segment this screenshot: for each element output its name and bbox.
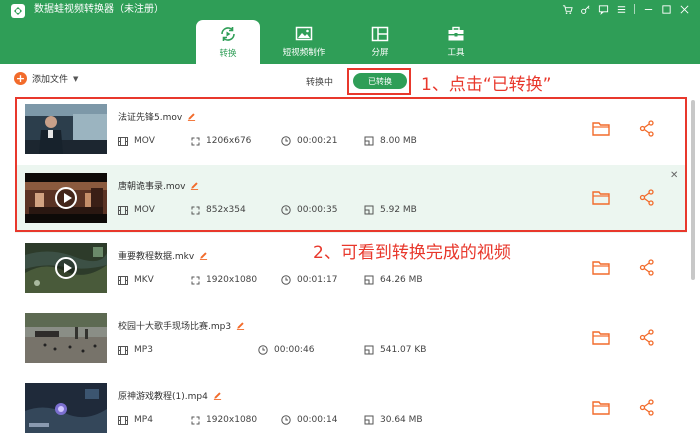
maximize-icon[interactable] (658, 1, 674, 17)
play-icon[interactable] (55, 257, 77, 279)
tab-split-screen-label: 分屏 (371, 48, 389, 58)
annotation-step2: 2、可看到转换完成的视频 (313, 243, 511, 263)
file-resolution: 1920x1080 (191, 415, 257, 425)
clock-icon (281, 275, 291, 285)
close-icon[interactable] (676, 1, 692, 17)
edit-icon[interactable] (213, 391, 222, 400)
convert-icon (221, 27, 235, 41)
file-size-icon (364, 275, 374, 285)
file-size: 541.07 KB (364, 345, 426, 355)
resize-icon (191, 416, 200, 424)
tab-convert[interactable]: 转换 (196, 20, 260, 64)
video-thumbnail[interactable] (25, 313, 107, 363)
file-size-icon (364, 345, 374, 355)
list-item[interactable]: 原神游戏教程(1).mp4 MP4 1920x1080 00:00:14 30.… (15, 375, 687, 439)
key-icon[interactable] (577, 1, 593, 17)
menu-icon[interactable] (613, 1, 629, 17)
file-name: 校园十大歌手现场比赛.mp3 (118, 319, 245, 332)
file-format: MP4 (118, 415, 153, 425)
tab-short-video-label: 短视频制作 (282, 48, 326, 58)
tab-tools-label: 工具 (447, 48, 465, 58)
clock-icon (258, 345, 268, 355)
image-icon (295, 26, 313, 41)
feedback-icon[interactable] (595, 1, 611, 17)
video-thumbnail[interactable] (25, 383, 107, 433)
plus-icon: + (14, 72, 27, 85)
share-icon[interactable] (639, 399, 655, 416)
cart-icon[interactable] (559, 1, 575, 17)
main-tabs: 转换 短视频制作 分屏 工具 (196, 20, 500, 64)
window-controls (559, 1, 692, 17)
divider (634, 4, 635, 14)
file-size: 64.26 MB (364, 275, 423, 285)
file-size-icon (364, 415, 374, 425)
annotation-step1: 1、点击“已转换” (421, 75, 552, 95)
film-icon (118, 415, 128, 425)
chevron-down-icon[interactable]: ▼ (73, 75, 78, 83)
edit-icon[interactable] (199, 251, 208, 260)
annotation-box-list (15, 97, 687, 232)
folder-icon[interactable] (592, 400, 610, 415)
file-duration: 00:01:17 (281, 275, 337, 285)
split-screen-icon (371, 26, 389, 42)
file-format: MKV (118, 275, 154, 285)
minimize-icon[interactable] (640, 1, 656, 17)
toolbox-icon (448, 26, 464, 41)
tab-short-video[interactable]: 短视频制作 (272, 20, 336, 64)
tab-tools[interactable]: 工具 (424, 20, 488, 64)
file-name: 原神游戏教程(1).mp4 (118, 389, 222, 402)
film-icon (118, 275, 128, 285)
app-logo-icon (11, 4, 25, 18)
add-file-label: 添加文件 (32, 75, 69, 85)
file-name: 重要教程数据.mkv (118, 249, 208, 262)
edit-icon[interactable] (236, 321, 245, 330)
share-icon[interactable] (639, 329, 655, 346)
clock-icon (281, 415, 291, 425)
video-thumbnail[interactable] (25, 243, 107, 293)
scrollbar-thumb[interactable] (691, 100, 695, 280)
title-bar: 数据蛙视频转换器（未注册） 转换 短视频制作 分屏 工具 (0, 0, 700, 64)
file-resolution: 1920x1080 (191, 275, 257, 285)
add-file-button[interactable]: + 添加文件 ▼ (14, 72, 78, 85)
list-item[interactable]: 校园十大歌手现场比赛.mp3 MP3 00:00:46 541.07 KB (15, 305, 687, 373)
app-title: 数据蛙视频转换器（未注册） (34, 4, 164, 15)
list-scrollbar[interactable] (691, 96, 696, 439)
file-duration: 00:00:14 (281, 415, 337, 425)
annotation-box-converted (347, 68, 411, 95)
share-icon[interactable] (639, 259, 655, 276)
file-duration: 00:00:46 (258, 345, 314, 355)
converting-toggle[interactable]: 转换中 (306, 75, 333, 88)
resize-icon (191, 276, 200, 284)
tab-convert-label: 转换 (219, 49, 237, 59)
film-icon (118, 345, 128, 355)
file-format: MP3 (118, 345, 153, 355)
file-size: 30.64 MB (364, 415, 423, 425)
folder-icon[interactable] (592, 260, 610, 275)
tab-split-screen[interactable]: 分屏 (348, 20, 412, 64)
folder-icon[interactable] (592, 330, 610, 345)
